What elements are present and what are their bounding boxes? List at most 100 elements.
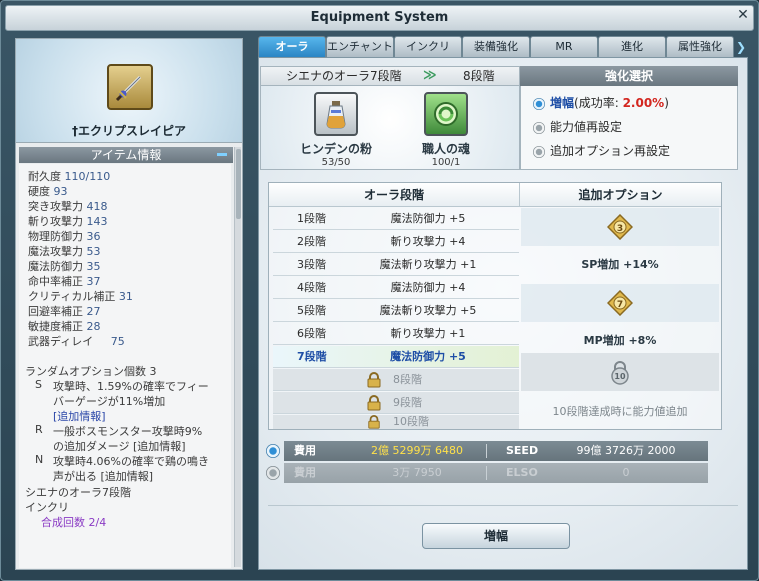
item-info-header: アイテム情報 xyxy=(19,147,233,163)
cost-elso-radio[interactable] xyxy=(266,466,280,480)
stat-row: 硬度 93 xyxy=(28,183,68,198)
material-count: 53/50 xyxy=(321,157,351,168)
stat-value: 37 xyxy=(86,275,101,288)
option-additional-reset[interactable]: 追加オプション再設定 xyxy=(533,142,670,160)
random-option-text: 攻撃時4.06%の確率で鶏の鳴き xyxy=(53,455,209,468)
tab-equip-enhance[interactable]: 装備強化 xyxy=(462,36,530,57)
badge-number: 7 xyxy=(617,300,623,310)
random-option-text[interactable]: の追加ダメージ [追加情報] xyxy=(53,438,186,454)
table-row: 3段階 魔法斬り攻撃力 +1 xyxy=(273,254,519,276)
stage-effect: 魔法斬り攻撃力 +5 xyxy=(379,304,477,317)
badge-7-icon: 7 xyxy=(607,290,633,316)
option-label: 能力値再設定 xyxy=(550,120,623,134)
col-header-option: 追加オプション xyxy=(519,183,721,207)
table-row: 6段階 斬り攻撃力 +1 xyxy=(273,323,519,345)
random-option-text: バーゲージが11%増加 xyxy=(53,395,166,408)
stat-label: 命中率補正 xyxy=(28,275,83,288)
stage-effect: 魔法斬り攻撃力 +1 xyxy=(379,258,477,271)
tab-scroll-right-icon[interactable]: ❯ xyxy=(736,40,748,54)
stat-label: 武器ディレイ xyxy=(28,335,94,348)
stat-value: 53 xyxy=(86,245,101,258)
aura-stage-table: オーラ段階 追加オプション 1段階 魔法防御力 +5 2段階 斬り攻撃力 +4 3段… xyxy=(268,182,722,430)
stat-value: 28 xyxy=(86,320,101,333)
option-badge-row-locked: 10 xyxy=(521,353,719,391)
option-label: 増幅 xyxy=(550,96,575,110)
random-option-grade: R xyxy=(35,423,43,436)
random-option-detail-link[interactable]: [追加情報] xyxy=(53,408,106,424)
stage-to: 8段階 xyxy=(463,69,495,83)
stat-label: 耐久度 xyxy=(28,170,61,183)
stat-row: 突き攻撃力 418 xyxy=(28,198,108,213)
rate-prefix: (成功率: xyxy=(574,96,623,110)
scroll-thumb[interactable] xyxy=(236,149,241,219)
tab-mr[interactable]: MR xyxy=(530,36,598,57)
option-amplify[interactable]: 増幅(成功率: 2.00%) xyxy=(533,94,669,112)
cost-amount: 3万 7950 xyxy=(392,466,442,479)
stat-label: クリティカル補正 xyxy=(28,290,116,303)
badge-number: 3 xyxy=(617,224,623,234)
craftsman-soul-icon xyxy=(424,92,468,136)
random-option-text: 攻撃時、1.59%の確率でフィー xyxy=(53,380,209,393)
stat-label: 突き攻撃力 xyxy=(28,200,83,213)
stat-label: 斬り攻撃力 xyxy=(28,215,83,228)
stat-value: 75 xyxy=(110,335,125,348)
option-stat-reset[interactable]: 能力値再設定 xyxy=(533,118,622,136)
random-option-grade: N xyxy=(35,453,44,466)
close-icon[interactable]: ✕ xyxy=(734,7,752,23)
option-badge-row: 3 xyxy=(521,208,719,246)
lock-icon xyxy=(367,372,381,388)
rate-suffix: ) xyxy=(664,96,669,110)
material-item: ヒンデンの粉 53/50 xyxy=(291,92,381,168)
stage-bar: シエナのオーラ7段階 ≫ 8段階 xyxy=(260,66,520,86)
material-name: 職人の魂 xyxy=(421,142,470,156)
radio-selected-icon[interactable] xyxy=(533,97,545,110)
tab-attribute-enhance[interactable]: 属性強化 xyxy=(666,36,734,57)
stage-effect: 斬り攻撃力 +1 xyxy=(390,327,466,340)
table-row: 1段階 魔法防御力 +5 xyxy=(273,208,519,230)
stage-effect: 魔法防御力 +5 xyxy=(390,350,466,363)
radio-icon[interactable] xyxy=(533,145,545,158)
stage-level: 3段階 xyxy=(297,258,326,271)
tab-evolution[interactable]: 進化 xyxy=(598,36,666,57)
stat-label: 魔法攻撃力 xyxy=(28,245,83,258)
synthesis-count: 合成回数 2/4 xyxy=(41,516,107,529)
badge-number: 10 xyxy=(614,372,626,381)
item-info-scrollbar[interactable] xyxy=(234,147,241,567)
cost-row-seed[interactable]: 費用 2億 5299万 6480 SEED 99億 3726万 2000 xyxy=(284,441,708,461)
cost-divider xyxy=(486,444,487,458)
success-rate: 2.00% xyxy=(622,96,665,110)
stat-value: 35 xyxy=(86,260,101,273)
stage-effect: 斬り攻撃力 +4 xyxy=(390,235,466,248)
item-name: †エクリプスレイピア xyxy=(71,124,186,138)
option-badge-row: 7 xyxy=(521,284,719,322)
tab-enchant[interactable]: エンチャント xyxy=(326,36,394,57)
stat-row: 斬り攻撃力 143 xyxy=(28,213,108,228)
item-header: †エクリプスレイピア xyxy=(16,39,242,143)
stat-value: 27 xyxy=(86,305,101,318)
cost-row-elso[interactable]: 費用 3万 7950 ELSO 0 xyxy=(284,463,708,483)
stage-level: 6段階 xyxy=(297,327,326,340)
stat-row: クリティカル補正 31 xyxy=(28,288,133,303)
radio-icon[interactable] xyxy=(533,121,545,134)
stat-value: 93 xyxy=(53,185,68,198)
random-option-count: ランダムオプション個数 3 xyxy=(25,365,157,378)
divider xyxy=(268,505,738,506)
cost-seed-radio[interactable] xyxy=(266,444,280,458)
collapse-icon[interactable] xyxy=(217,153,227,156)
amplify-button[interactable]: 増幅 xyxy=(422,523,570,549)
random-option-grade: S xyxy=(35,378,42,391)
stat-row: 魔法防御力 35 xyxy=(28,258,101,273)
tab-inkuri[interactable]: インクリ xyxy=(394,36,462,57)
stat-label: 回避率補正 xyxy=(28,305,83,318)
material-name: ヒンデンの粉 xyxy=(299,142,372,156)
tab-aura[interactable]: オーラ xyxy=(258,36,326,57)
cost-amount: 2億 5299万 6480 xyxy=(371,444,463,457)
stage-effect: 魔法防御力 +4 xyxy=(390,281,466,294)
enhance-select-body: 増幅(成功率: 2.00%) 能力値再設定 追加オプション再設定 xyxy=(520,86,738,170)
stat-value: 36 xyxy=(86,230,101,243)
random-option-text[interactable]: 声が出る [追加情報] xyxy=(53,468,153,484)
currency-label: SEED xyxy=(506,444,539,457)
currency-balance: 0 xyxy=(622,466,630,479)
stat-value: 143 xyxy=(86,215,108,228)
currency-label: ELSO xyxy=(506,466,538,479)
